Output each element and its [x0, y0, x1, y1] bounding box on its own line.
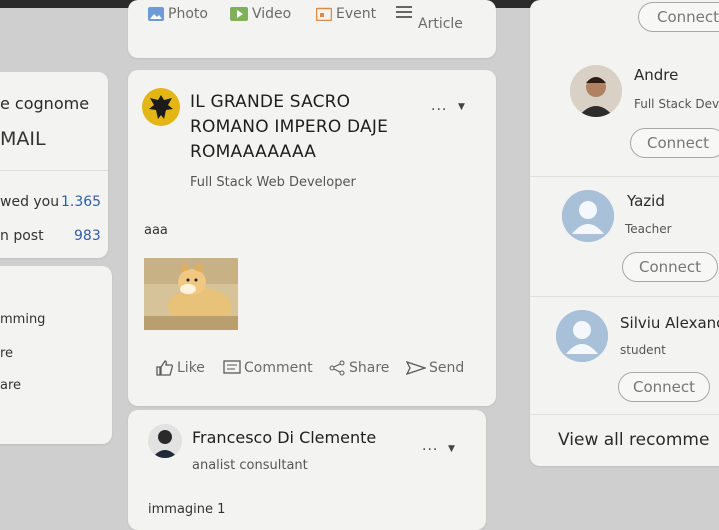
suggestion-avatar[interactable]: [556, 310, 608, 362]
groups-card: mming re are: [0, 266, 112, 444]
sidebar-link-2[interactable]: re: [0, 346, 13, 361]
post-composer: Photo Video Event Article: [128, 0, 496, 58]
author-avatar[interactable]: [142, 88, 180, 126]
divider: [530, 414, 719, 415]
divider: [530, 176, 719, 177]
profile-email: MAIL: [0, 128, 46, 150]
comment-icon: [223, 360, 241, 374]
send-icon: [406, 360, 426, 376]
suggestion-avatar[interactable]: [570, 65, 622, 117]
article-button[interactable]: [396, 6, 412, 18]
video-icon: [230, 7, 248, 21]
view-all-recommendations-link[interactable]: View all recomme: [558, 430, 709, 450]
chevron-down-icon[interactable]: ▼: [448, 444, 455, 454]
like-button[interactable]: Like: [156, 360, 205, 376]
article-label[interactable]: Article: [418, 16, 463, 32]
share-icon: [329, 360, 345, 376]
video-button[interactable]: Video: [230, 6, 291, 22]
post-text: immagine 1: [148, 502, 226, 517]
sidebar-link-1[interactable]: mming: [0, 312, 45, 327]
comment-button[interactable]: Comment: [223, 360, 313, 376]
more-options-button[interactable]: ...: [431, 98, 447, 114]
suggestion-name[interactable]: Andre: [634, 66, 678, 84]
photo-label: Photo: [168, 6, 208, 22]
photo-button[interactable]: Photo: [148, 6, 208, 22]
article-icon: [396, 6, 412, 18]
connect-button[interactable]: Connect: [630, 128, 719, 158]
default-user-icon: [562, 190, 614, 242]
viewed-you-label[interactable]: wed you: [0, 194, 59, 210]
viewed-you-count[interactable]: 1.365: [61, 194, 101, 210]
share-label: Share: [349, 360, 390, 376]
connect-button[interactable]: Connect: [638, 2, 719, 32]
sidebar-link-3[interactable]: are: [0, 378, 21, 393]
calendar-icon: [316, 7, 332, 21]
post-author-name[interactable]: IL GRANDE SACRO ROMANO IMPERO DAJE ROMAA…: [190, 90, 430, 165]
dog-photo-icon: [144, 258, 238, 330]
suggestion-avatar[interactable]: [562, 190, 614, 242]
suggestion-name[interactable]: Yazid: [627, 192, 665, 210]
default-user-icon: [556, 310, 608, 362]
post-author-headline: analist consultant: [192, 458, 308, 473]
suggestions-panel: Connect Andre Full Stack Deve Connect Ya…: [530, 0, 719, 466]
suggestion-role: Full Stack Deve: [634, 97, 719, 111]
person-photo-icon: [148, 424, 182, 458]
feed-post: IL GRANDE SACRO ROMANO IMPERO DAJE ROMAA…: [128, 70, 496, 406]
suggestion-role: Teacher: [625, 222, 672, 236]
comment-label: Comment: [244, 360, 313, 376]
profile-card: e cognome MAIL wed you 1.365 n post 983: [0, 72, 108, 258]
like-label: Like: [177, 360, 205, 376]
share-button[interactable]: Share: [328, 360, 389, 376]
photo-icon: [148, 7, 164, 21]
post-views-count[interactable]: 983: [74, 228, 101, 244]
send-label: Send: [429, 360, 465, 376]
thumbs-up-icon: [156, 360, 173, 376]
post-views-label[interactable]: n post: [0, 228, 44, 244]
divider: [0, 170, 108, 171]
chevron-down-icon[interactable]: ▼: [458, 102, 465, 112]
more-options-button[interactable]: ...: [422, 438, 438, 454]
connect-button[interactable]: Connect: [622, 252, 718, 282]
event-button[interactable]: Event: [316, 6, 376, 22]
suggestion-role: student: [620, 343, 666, 357]
event-label: Event: [336, 6, 377, 22]
send-button[interactable]: Send: [406, 360, 464, 376]
post-author-headline: Full Stack Web Developer: [190, 175, 356, 190]
suggestion-name[interactable]: Silviu Alexanc: [620, 314, 719, 332]
post-image[interactable]: [144, 258, 238, 330]
post-text: aaa: [144, 223, 168, 238]
video-label: Video: [252, 6, 292, 22]
profile-name[interactable]: e cognome: [0, 94, 89, 113]
feed-post: Francesco Di Clemente ... ▼ analist cons…: [128, 410, 486, 530]
person-photo-icon: [570, 65, 622, 117]
connect-button[interactable]: Connect: [618, 372, 710, 402]
author-avatar[interactable]: [148, 424, 182, 458]
post-author-name[interactable]: Francesco Di Clemente: [192, 428, 376, 447]
eagle-crest-icon: [149, 95, 173, 119]
divider: [530, 296, 719, 297]
